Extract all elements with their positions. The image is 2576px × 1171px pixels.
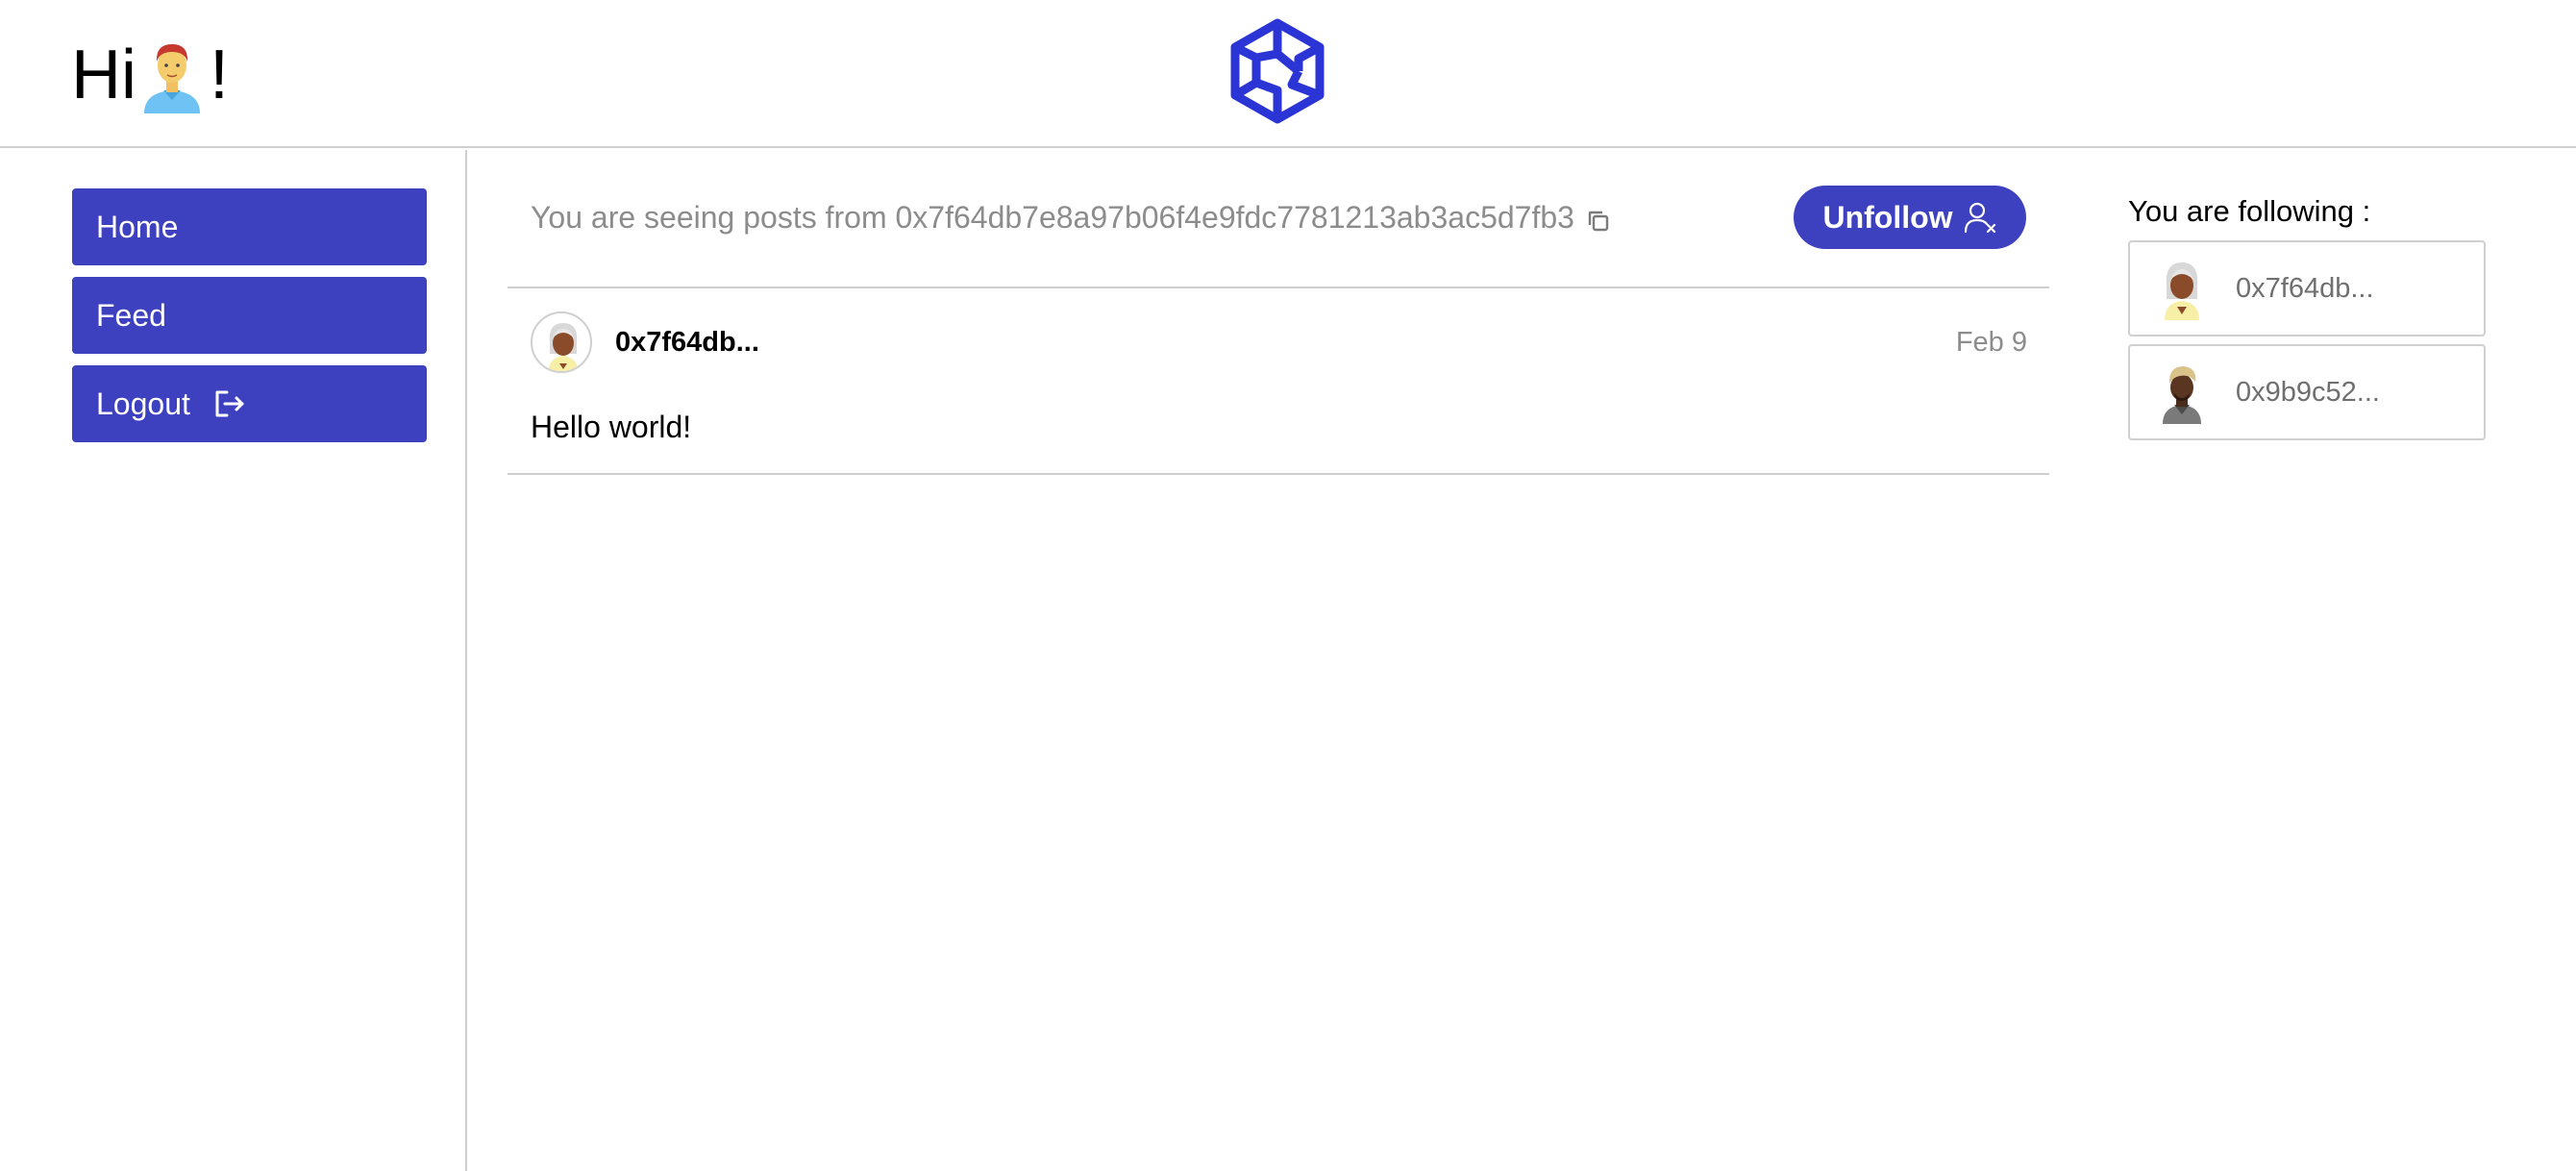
post-bottom-divider <box>508 473 2049 475</box>
woman-gray-hair-icon <box>2165 262 2199 320</box>
seeing-posts-info: You are seeing posts from 0x7f64db7e8a97… <box>531 200 1611 236</box>
user-avatar-icon <box>144 44 200 113</box>
seeing-posts-text: You are seeing posts from 0x7f64db7e8a97… <box>531 200 1574 235</box>
nav-logout-button[interactable]: Logout <box>72 365 427 442</box>
logout-icon <box>215 390 244 417</box>
main-feed: You are seeing posts from 0x7f64db7e8a97… <box>468 150 2088 1171</box>
user-remove-icon <box>1964 202 1995 234</box>
greeting-prefix: Hi <box>71 37 136 113</box>
right-sidebar: You are following : 0x7f64db... 0x9b9c52… <box>2090 150 2576 1171</box>
following-item-label: 0x7f64db... <box>2236 272 2374 304</box>
greeting: Hi ! <box>71 29 229 121</box>
nav-logout-label: Logout <box>96 386 190 421</box>
copy-icon[interactable] <box>1586 209 1611 234</box>
greeting-suffix: ! <box>210 37 230 113</box>
following-item[interactable]: 0x9b9c52... <box>2128 344 2486 440</box>
nav-feed-button[interactable]: Feed <box>72 277 427 354</box>
nav-feed-label: Feed <box>96 297 166 333</box>
nav-home-label: Home <box>96 209 179 244</box>
feed-top-divider <box>508 287 2049 288</box>
following-item-label: 0x9b9c52... <box>2236 376 2380 408</box>
hexagon-logo[interactable] <box>1227 17 1327 125</box>
following-item[interactable]: 0x7f64db... <box>2128 240 2486 336</box>
post-body: Hello world! <box>531 410 692 444</box>
following-title: You are following : <box>2128 194 2371 228</box>
nav-home-button[interactable]: Home <box>72 188 427 265</box>
top-header: Hi ! <box>0 0 2576 148</box>
man-blonde-hair-icon <box>2163 366 2201 424</box>
post-author-avatar[interactable] <box>531 311 592 373</box>
post-author[interactable]: 0x7f64db... <box>615 327 759 359</box>
post-date: Feb 9 <box>1955 327 2027 358</box>
unfollow-label: Unfollow <box>1822 199 1953 235</box>
unfollow-button[interactable]: Unfollow <box>1794 186 2026 249</box>
left-sidebar: Home Feed Logout <box>0 150 467 1171</box>
woman-gray-hair-icon <box>548 323 579 371</box>
